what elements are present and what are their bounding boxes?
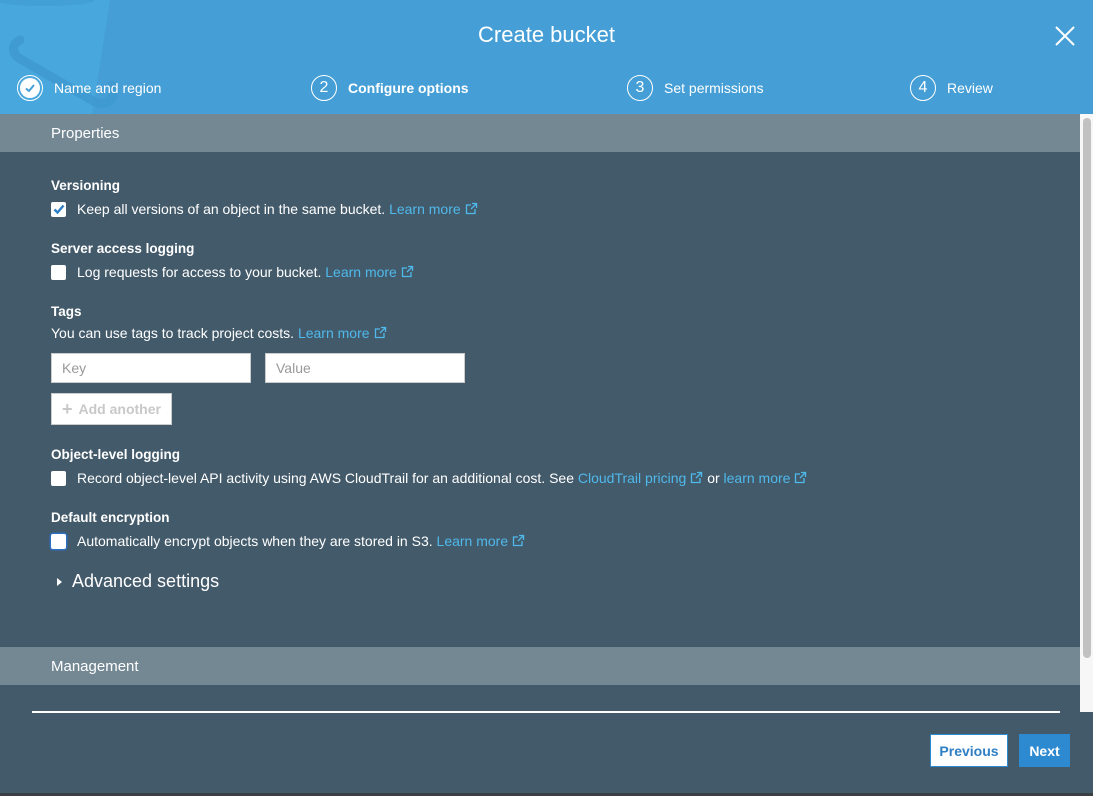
object-logging-row: Record object-level API activity using A… <box>51 470 1029 486</box>
step-review[interactable]: 4 Review <box>910 75 993 101</box>
next-button[interactable]: Next <box>1019 734 1070 767</box>
step-number: 2 <box>311 75 337 101</box>
server-logging-title: Server access logging <box>51 241 195 256</box>
footer-divider <box>32 711 1060 713</box>
link-text: Learn more <box>325 264 397 280</box>
encryption-text: Automatically encrypt objects when they … <box>77 533 433 549</box>
versioning-text: Keep all versions of an object in the sa… <box>77 201 386 217</box>
tags-title: Tags <box>51 304 82 319</box>
scrollbar-thumb[interactable] <box>1083 118 1091 658</box>
server-logging-text: Log requests for access to your bucket. <box>77 264 322 280</box>
step-configure-options[interactable]: 2 Configure options <box>311 75 469 101</box>
previous-button[interactable]: Previous <box>930 734 1008 767</box>
tags-learn-more-link[interactable]: Learn more <box>298 325 387 341</box>
link-text: Learn more <box>389 201 461 217</box>
step-label: Configure options <box>348 80 469 96</box>
properties-panel: Versioning Keep all versions of an objec… <box>0 178 1080 592</box>
check-icon <box>25 84 35 93</box>
object-logging-title: Object-level logging <box>51 447 181 462</box>
add-another-tag-button[interactable]: + Add another <box>51 393 172 425</box>
object-logging-learn-more-link[interactable]: learn more <box>724 470 808 486</box>
step-label: Name and region <box>54 80 162 96</box>
step-number: 3 <box>627 75 653 101</box>
step-label: Review <box>947 80 993 96</box>
dialog-content: Properties Versioning Keep all versions … <box>0 114 1080 712</box>
cloudtrail-pricing-link[interactable]: CloudTrail pricing <box>578 470 703 486</box>
object-logging-checkbox[interactable] <box>51 470 66 486</box>
or-text: or <box>707 470 720 486</box>
encryption-learn-more-link[interactable]: Learn more <box>437 533 526 549</box>
step-name-and-region[interactable]: Name and region <box>17 75 161 101</box>
object-logging-text: Record object-level API activity using A… <box>77 470 574 486</box>
scrollbar[interactable] <box>1080 114 1093 712</box>
versioning-checkbox[interactable] <box>51 201 66 217</box>
tag-inputs <box>51 353 1029 383</box>
checkmark-icon <box>53 204 64 215</box>
plus-icon: + <box>62 398 73 419</box>
encryption-row: Automatically encrypt objects when they … <box>51 533 1029 549</box>
step-circle <box>17 75 43 101</box>
link-text: learn more <box>723 470 791 486</box>
server-logging-row: Log requests for access to your bucket. … <box>51 264 1029 280</box>
properties-section-header: Properties <box>0 114 1080 152</box>
link-text: Learn more <box>436 533 509 549</box>
encryption-title: Default encryption <box>51 510 170 525</box>
external-link-icon <box>795 471 807 484</box>
dialog-title: Create bucket <box>478 22 615 47</box>
encryption-checkbox[interactable] <box>51 533 66 549</box>
versioning-title: Versioning <box>51 178 121 193</box>
management-section-header: Management <box>0 647 1080 685</box>
step-set-permissions[interactable]: 3 Set permissions <box>627 75 764 101</box>
tags-description-row: You can use tags to track project costs.… <box>51 325 1029 341</box>
tag-value-input[interactable] <box>265 353 465 383</box>
tag-key-input[interactable] <box>51 353 251 383</box>
external-link-icon <box>465 202 477 215</box>
add-another-label: Add another <box>78 401 161 417</box>
external-link-icon <box>401 265 413 278</box>
external-link-icon <box>691 471 703 484</box>
versioning-row: Keep all versions of an object in the sa… <box>51 201 1029 217</box>
tags-text: You can use tags to track project costs. <box>51 325 295 341</box>
caret-right-icon <box>57 577 62 586</box>
step-label: Set permissions <box>664 80 764 96</box>
advanced-settings-label: Advanced settings <box>72 571 220 591</box>
close-icon[interactable] <box>1053 24 1077 48</box>
versioning-learn-more-link[interactable]: Learn more <box>389 201 478 217</box>
step-number: 4 <box>910 75 936 101</box>
advanced-settings-toggle[interactable]: Advanced settings <box>51 571 1029 592</box>
server-logging-learn-more-link[interactable]: Learn more <box>325 264 414 280</box>
link-text: CloudTrail pricing <box>577 470 687 486</box>
server-logging-checkbox[interactable] <box>51 264 66 280</box>
external-link-icon <box>512 534 525 547</box>
link-text: Learn more <box>297 325 370 341</box>
wizard-header: Create bucket Name and region 2 Configur… <box>0 0 1093 114</box>
external-link-icon <box>374 326 386 339</box>
